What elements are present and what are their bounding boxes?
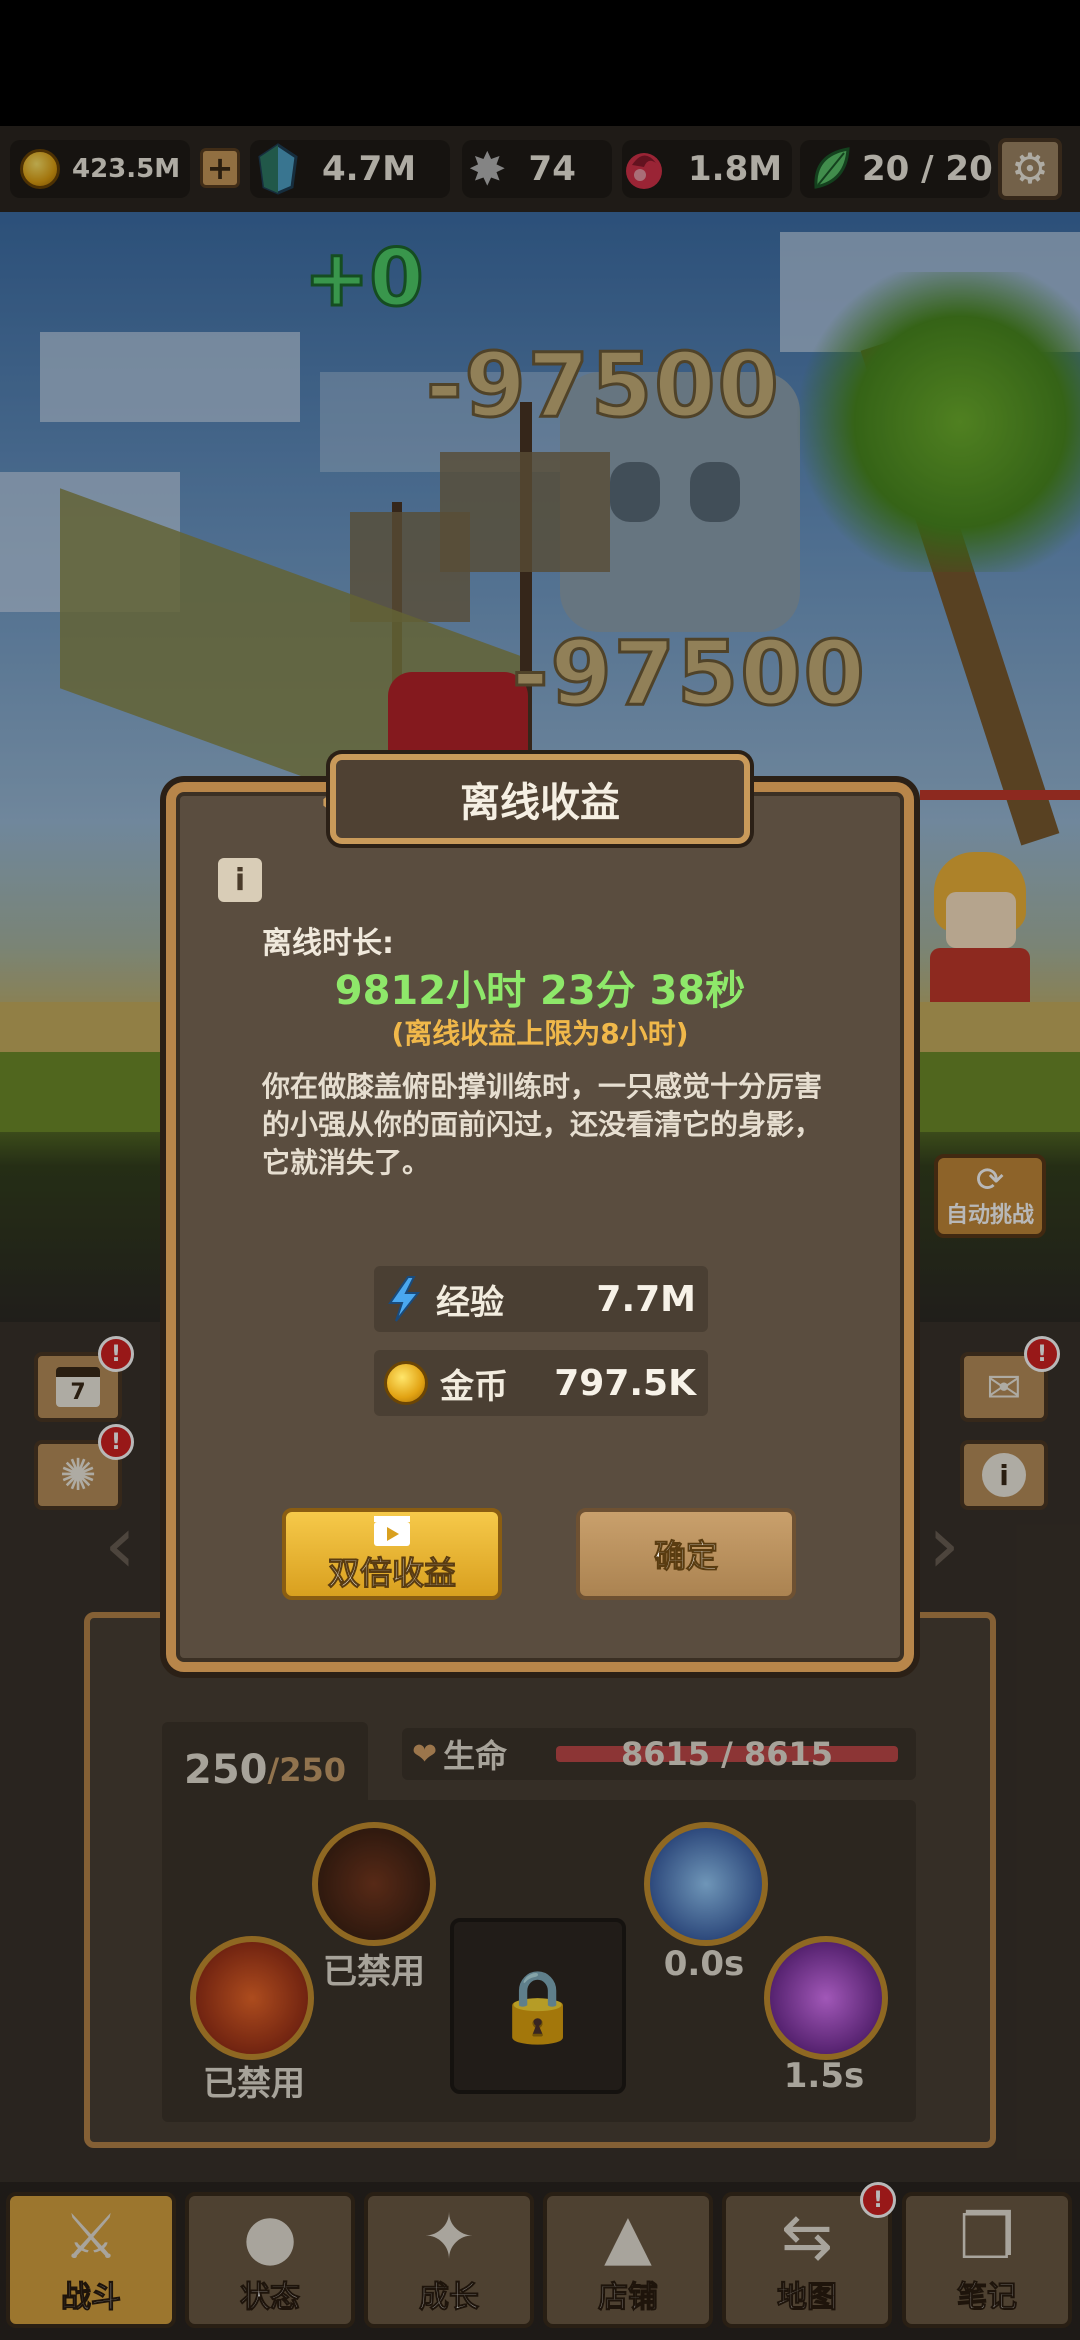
reward-value: 797.5K bbox=[554, 1362, 696, 1404]
video-icon bbox=[374, 1516, 410, 1546]
offline-duration-value: 9812小时 23分 38秒 bbox=[334, 968, 746, 1014]
info-button[interactable]: i bbox=[218, 858, 262, 902]
offline-limit-note: (离线收益上限为8小时) bbox=[391, 1017, 689, 1050]
confirm-label: 确定 bbox=[653, 1537, 718, 1576]
reward-row-exp: 经验 7.7M bbox=[374, 1266, 708, 1332]
dialog-title: 离线收益 bbox=[460, 780, 620, 826]
reward-name: 经验 bbox=[436, 1282, 504, 1323]
offline-earnings-dialog bbox=[166, 782, 914, 1672]
double-reward-label: 双倍收益 bbox=[327, 1554, 456, 1593]
double-reward-button[interactable]: 双倍收益 bbox=[282, 1508, 502, 1600]
offline-story-text: 你在做膝盖俯卧撑训练时，一只感觉十分厉害的小强从你的面前闪过，还没看清它的身影，… bbox=[262, 1070, 823, 1179]
dialog-title-banner: 离线收益 bbox=[330, 754, 750, 844]
coin-icon bbox=[384, 1361, 428, 1405]
confirm-button[interactable]: 确定 bbox=[576, 1508, 796, 1600]
reward-row-gold: 金币 797.5K bbox=[374, 1350, 708, 1416]
info-icon: i bbox=[234, 862, 246, 898]
lightning-icon bbox=[388, 1276, 421, 1322]
reward-value: 7.7M bbox=[596, 1278, 696, 1320]
offline-duration-label: 离线时长: bbox=[262, 926, 394, 961]
reward-name: 金币 bbox=[440, 1366, 508, 1407]
